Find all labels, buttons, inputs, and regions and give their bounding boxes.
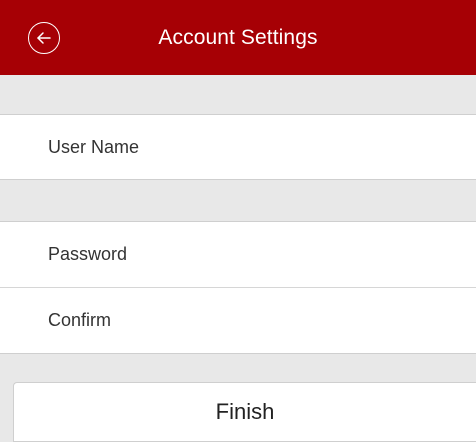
user-name-row	[0, 114, 476, 180]
top-app-bar: Account Settings	[0, 0, 476, 75]
user-name-input[interactable]	[0, 115, 476, 179]
confirm-password-input[interactable]	[0, 288, 476, 353]
confirm-row	[0, 288, 476, 354]
account-settings-screen: Account Settings Finish	[0, 0, 476, 442]
password-input[interactable]	[0, 222, 476, 287]
finish-button[interactable]: Finish	[13, 382, 476, 442]
password-row	[0, 221, 476, 288]
page-title: Account Settings	[158, 26, 318, 49]
